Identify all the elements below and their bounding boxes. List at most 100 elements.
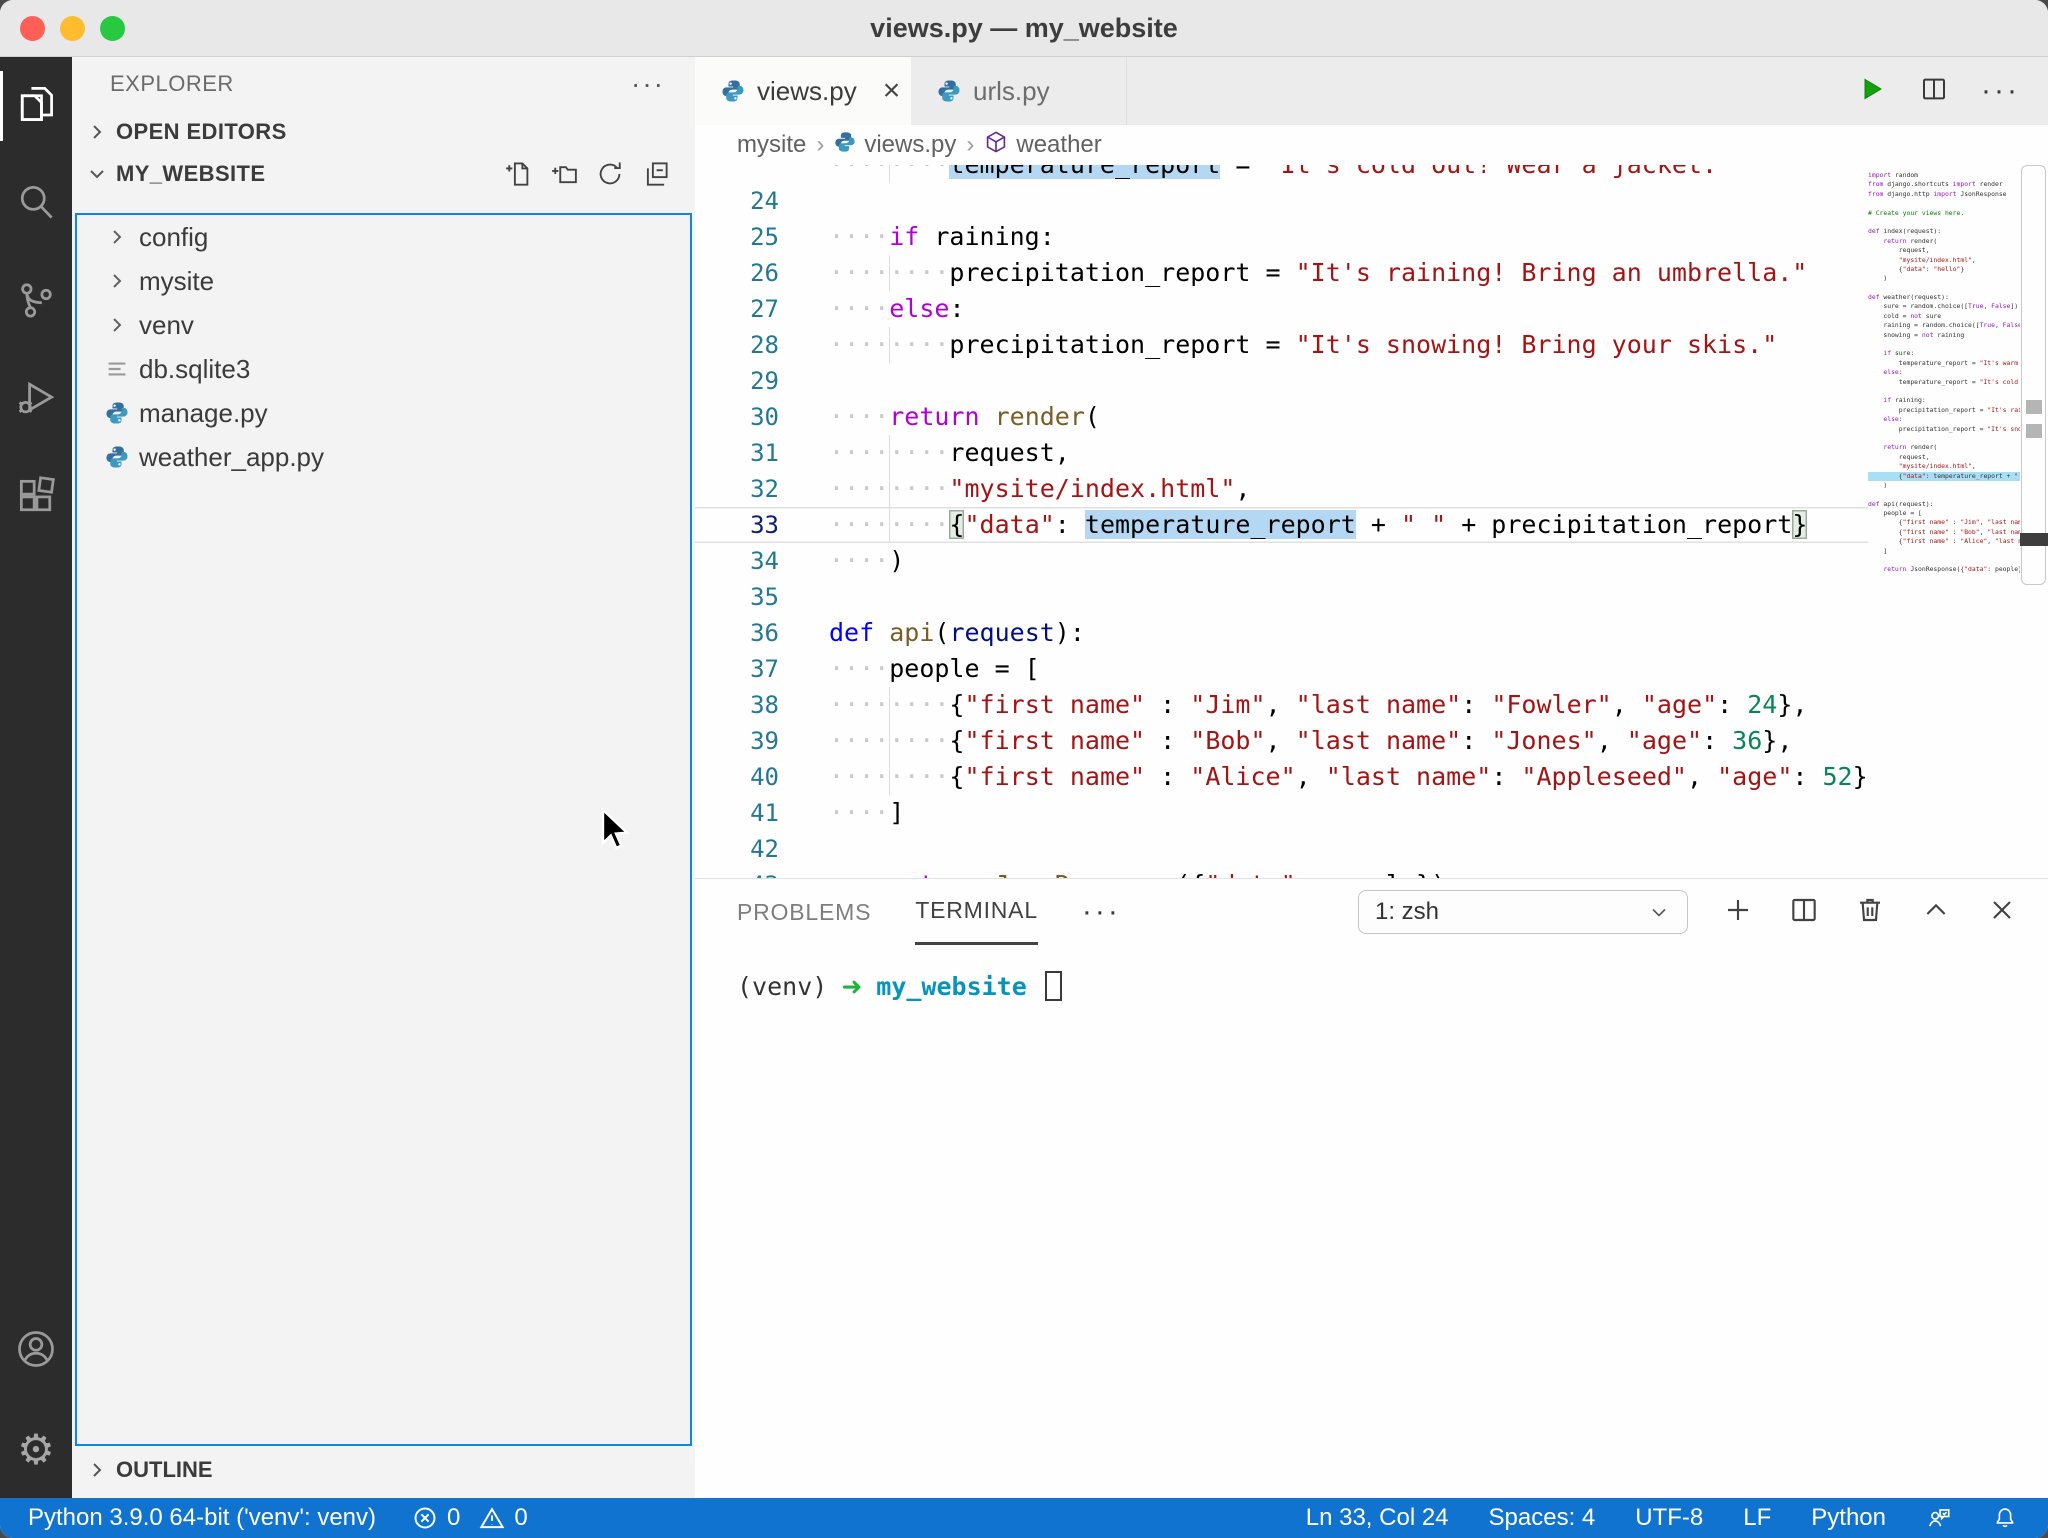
tab-urls-py[interactable]: urls.py [911,57,1127,125]
terminal[interactable]: (venv) ➜ my_website [695,945,2048,1001]
feedback-icon[interactable] [1926,1505,1952,1531]
sidebar-item-extensions[interactable] [0,449,72,547]
tab-label: views.py [757,76,857,107]
code-line-33: 33········{"data": temperature_report + … [695,507,1868,543]
split-editor-icon[interactable] [1919,74,1949,109]
terminal-shell-select[interactable]: 1: zsh [1358,890,1688,934]
tab-problems[interactable]: PROBLEMS [737,879,871,945]
new-folder-icon[interactable] [549,159,579,189]
chevron-right-icon [103,311,131,339]
code-line: ········temperature_report = "It's cold … [695,165,1868,183]
kill-terminal-icon[interactable] [1854,894,1886,931]
indentation-status[interactable]: Spaces: 4 [1489,1504,1596,1532]
tree-item-label: mysite [139,266,214,297]
code-line-38: 38········{"first name" : "Jim", "last n… [695,687,1868,723]
tree-item-db-sqlite3[interactable]: db.sqlite3 [77,347,690,391]
breadcrumb-item-mysite[interactable]: mysite [737,131,806,159]
editor-actions: ··· [1857,57,2048,125]
code-lines: ········temperature_report = "It's cold … [695,165,1868,878]
chevron-down-icon [84,161,110,187]
editor-scrollbar[interactable] [2020,165,2048,878]
breadcrumb: mysite › views.py › [695,125,2048,165]
vscode-window: views.py — my_website [0,0,2048,1538]
tree-item-mysite[interactable]: mysite [77,259,690,303]
sidebar-item-explorer[interactable] [0,57,72,155]
breadcrumb-item-views-py[interactable]: views.py [834,131,956,160]
error-icon [412,1505,438,1531]
open-editors-section[interactable]: OPEN EDITORS [72,111,695,153]
run-python-file-icon[interactable] [1857,74,1887,109]
symbol-module-icon [984,130,1008,161]
sidebar-item-run-debug[interactable] [0,351,72,449]
tree-item-label: venv [139,310,194,341]
source-control-icon [14,278,58,327]
sidebar-item-search[interactable] [0,155,72,253]
panel-header: PROBLEMS TERMINAL ··· 1: zsh [695,879,2048,945]
outline-label: OUTLINE [116,1457,213,1483]
chevron-right-icon [84,119,110,145]
scrollbar-thumb[interactable] [2020,533,2048,546]
minimap[interactable]: import randomfrom django.shortcuts impor… [1868,165,2020,878]
new-file-icon[interactable] [503,159,533,189]
new-terminal-icon[interactable] [1722,894,1754,931]
explorer-more-actions-icon[interactable]: ··· [631,68,665,100]
code-line-24: 24 [695,183,1868,219]
sidebar-item-source-control[interactable] [0,253,72,351]
activity-bar: ⚙ [0,57,72,1498]
encoding-status[interactable]: UTF-8 [1635,1504,1703,1532]
chevron-right-icon [84,1457,110,1483]
tree-item-venv[interactable]: venv [77,303,690,347]
titlebar[interactable]: views.py — my_website [0,0,2048,57]
split-terminal-icon[interactable] [1788,894,1820,931]
problems-status[interactable]: 0 0 [412,1504,528,1532]
database-file-icon [103,355,131,383]
code-line-39: 39········{"first name" : "Bob", "last n… [695,723,1868,759]
search-icon [14,180,58,229]
terminal-cursor [1045,971,1062,1001]
code-line-36: 36def api(request): [695,615,1868,651]
minimap-slider[interactable] [2021,165,2046,585]
bottom-panel: PROBLEMS TERMINAL ··· 1: zsh [695,878,2048,1498]
breadcrumb-item-weather[interactable]: weather [984,130,1101,161]
code-line-29: 29 [695,363,1868,399]
gear-icon: ⚙ [17,1425,55,1474]
tree-item-weather-app-py[interactable]: weather_app.py [77,435,690,479]
code-line-26: 26········precipitation_report = "It's r… [695,255,1868,291]
open-editors-label: OPEN EDITORS [116,119,287,145]
outline-section[interactable]: OUTLINE [72,1448,695,1492]
accounts-button[interactable] [0,1302,72,1400]
sidebar-title: EXPLORER [110,71,234,97]
overview-ruler-mark [2026,400,2042,414]
settings-button[interactable]: ⚙ [0,1400,72,1498]
more-actions-icon[interactable]: ··· [1981,74,2020,108]
close-panel-icon[interactable] [1986,894,2018,931]
status-bar: Python 3.9.0 64-bit ('venv': venv) 0 0 L… [0,1498,2048,1538]
maximize-panel-icon[interactable] [1920,894,1952,931]
workspace-section-header[interactable]: MY_WEBSITE [72,153,695,195]
tree-item-config[interactable]: config [77,215,690,259]
language-mode-status[interactable]: Python [1811,1504,1886,1532]
code-line-32: 32········"mysite/index.html", [695,471,1868,507]
close-icon[interactable]: × [883,76,901,106]
tree-item-manage-py[interactable]: manage.py [77,391,690,435]
notifications-bell-icon[interactable] [1992,1505,2018,1531]
python-interpreter-status[interactable]: Python 3.9.0 64-bit ('venv': venv) [28,1504,376,1532]
panel-more-actions-icon[interactable]: ··· [1082,895,1121,929]
code-line-28: 28········precipitation_report = "It's s… [695,327,1868,363]
tab-views-py[interactable]: views.py × [695,57,911,125]
eol-status[interactable]: LF [1743,1504,1771,1532]
code-editor[interactable]: ········temperature_report = "It's cold … [695,165,2048,878]
refresh-icon[interactable] [595,159,625,189]
code-line-43: 43····return JsonResponse({"data": peopl… [695,867,1868,878]
code-line-37: 37····people = [ [695,651,1868,687]
code-line-25: 25····if raining: [695,219,1868,255]
tab-terminal[interactable]: TERMINAL [915,879,1038,945]
python-file-icon [721,79,745,103]
code-line-41: 41····] [695,795,1868,831]
terminal-prompt-arrow: ➜ [841,972,862,1001]
tab-label: urls.py [973,76,1050,107]
workspace-actions [503,159,695,189]
cursor-position-status[interactable]: Ln 33, Col 24 [1306,1504,1449,1532]
overview-ruler-mark [2026,424,2042,438]
collapse-folders-icon[interactable] [641,159,671,189]
